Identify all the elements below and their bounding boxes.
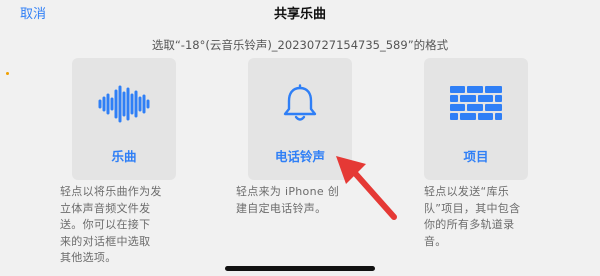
description-line: 轻点以将乐曲作为发 [60, 185, 162, 198]
indicator-dot [6, 72, 9, 75]
song-option-card[interactable]: 乐曲 [72, 58, 176, 180]
project-option-description: 轻点以发送“库乐 队”项目，其中包含 你的所有多轨道录 音。 [424, 184, 548, 250]
top-bar: 取消 共享乐曲 [0, 0, 600, 26]
description-line: 其他选项。 [60, 251, 117, 264]
project-option-label: 项目 [463, 149, 489, 164]
description-line: 音。 [424, 234, 447, 248]
description-line: 建自定电话铃声。 [236, 201, 327, 215]
format-prompt: 选取“-18°(云音乐铃声)_20230727154735_589”的格式 [151, 38, 449, 52]
waveform-icon [72, 82, 176, 126]
brick-wall-icon [424, 82, 528, 126]
home-indicator [225, 266, 375, 271]
ringtone-option-label: 电话铃声 [274, 149, 325, 164]
bell-icon [248, 82, 352, 126]
project-option-card[interactable]: 项目 [424, 58, 528, 180]
description-line: 送。你可以在接下 [60, 218, 151, 231]
description-line: 立体声音频文件发 [60, 201, 151, 215]
description-line: 轻点来为 iPhone 创 [236, 185, 340, 198]
ringtone-option-description: 轻点来为 iPhone 创 建自定电话铃声。 [236, 184, 360, 217]
description-line: 你的所有多轨道录 [424, 218, 515, 231]
ringtone-option-card[interactable]: 电话铃声 [248, 58, 352, 180]
description-line: 来的对话框中选取 [60, 234, 151, 248]
song-option-description: 轻点以将乐曲作为发 立体声音频文件发 送。你可以在接下 来的对话框中选取 其他选… [60, 184, 184, 267]
dialog-title: 共享乐曲 [273, 7, 326, 22]
description-line: 轻点以发送“库乐 [424, 185, 510, 198]
description-line: 队”项目，其中包含 [424, 201, 521, 215]
song-option-label: 乐曲 [111, 149, 137, 164]
